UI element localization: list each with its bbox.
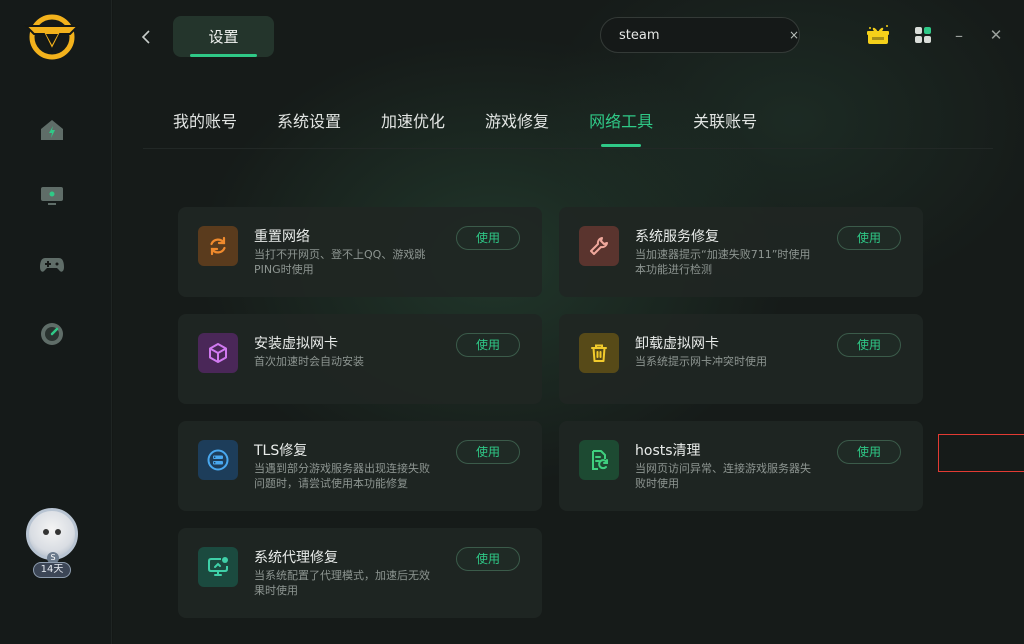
tool-description: 当网页访问异常、连接游戏服务器失败时使用: [635, 462, 811, 490]
tool-card-system-service-repair: 系统服务修复 当加速器提示“加速失败711”时使用本功能进行检测 使用: [559, 207, 923, 297]
tool-card-tls-repair: TLS修复 当遇到部分游戏服务器出现连接失败问题时，请尝试使用本功能修复 使用: [178, 421, 542, 511]
home-icon[interactable]: [38, 116, 66, 144]
tool-card-reset-network: 重置网络 当打不开网页、登不上QQ、游戏跳PING时使用 使用: [178, 207, 542, 297]
tool-card-uninstall-virtual-nic: 卸载虚拟网卡 当系统提示网卡冲突时使用 使用: [559, 314, 923, 404]
tool-title: hosts清理: [635, 443, 701, 459]
tab-system-settings[interactable]: 系统设置: [277, 108, 341, 148]
monitor-icon[interactable]: [38, 182, 66, 210]
tool-card-install-virtual-nic: 安装虚拟网卡 首次加速时会自动安装 使用: [178, 314, 542, 404]
back-button[interactable]: [137, 24, 155, 50]
wrench-icon: [579, 226, 619, 266]
tabs-divider: [143, 148, 993, 149]
tab-acceleration[interactable]: 加速优化: [381, 108, 445, 148]
trash-icon: [579, 333, 619, 373]
settings-tabs: 我的账号 系统设置 加速优化 游戏修复 网络工具 关联账号: [173, 108, 797, 148]
tool-title: 系统服务修复: [635, 229, 719, 245]
sidebar: S 14天: [0, 0, 112, 644]
refresh-icon: [198, 226, 238, 266]
page-title-tab[interactable]: 设置: [173, 16, 274, 57]
close-button[interactable]: ✕: [984, 22, 1008, 48]
tab-game-repair[interactable]: 游戏修复: [485, 108, 549, 148]
tool-title: 重置网络: [254, 229, 310, 245]
tool-title: 卸载虚拟网卡: [635, 336, 719, 352]
tool-title: TLS修复: [254, 443, 308, 459]
gamepad-icon[interactable]: [38, 251, 66, 279]
server-icon: [198, 440, 238, 480]
tab-linked-accounts[interactable]: 关联账号: [693, 108, 757, 148]
tool-title: 安装虚拟网卡: [254, 336, 338, 352]
highlight-box: [938, 434, 1024, 472]
tool-title: 系统代理修复: [254, 550, 338, 566]
search-input[interactable]: [619, 27, 789, 43]
user-avatar[interactable]: S 14天: [22, 508, 82, 580]
title-underline: [190, 54, 257, 57]
apps-grid-icon: [915, 27, 931, 43]
use-button[interactable]: 使用: [456, 440, 520, 464]
use-button[interactable]: 使用: [837, 440, 901, 464]
tool-description: 当系统配置了代理模式，加速后无效果时使用: [254, 569, 430, 597]
gift-box-icon: [867, 25, 889, 44]
chevron-left-icon: [141, 30, 150, 44]
file-sync-icon: [579, 440, 619, 480]
tool-description: 当打不开网页、登不上QQ、游戏跳PING时使用: [254, 248, 426, 276]
use-button[interactable]: 使用: [456, 547, 520, 571]
apps-button[interactable]: [911, 22, 935, 48]
minimize-button[interactable]: –: [947, 22, 971, 48]
use-button[interactable]: 使用: [837, 226, 901, 250]
cube-icon: [198, 333, 238, 373]
use-button[interactable]: 使用: [837, 333, 901, 357]
tool-card-system-proxy-repair: 系统代理修复 当系统配置了代理模式，加速后无效果时使用 使用: [178, 528, 542, 618]
tool-description: 当系统提示网卡冲突时使用: [635, 355, 767, 368]
tab-my-account[interactable]: 我的账号: [173, 108, 237, 148]
shield-v-logo-icon: [23, 12, 81, 62]
speedometer-icon[interactable]: [38, 320, 66, 348]
search-box[interactable]: ×: [600, 17, 800, 53]
tool-description: 当加速器提示“加速失败711”时使用本功能进行检测: [635, 248, 811, 276]
gift-button[interactable]: [863, 22, 893, 48]
use-button[interactable]: 使用: [456, 226, 520, 250]
tool-description: 首次加速时会自动安装: [254, 355, 364, 368]
tab-network-tools[interactable]: 网络工具: [589, 108, 653, 148]
page-title: 设置: [208, 28, 239, 46]
use-button[interactable]: 使用: [456, 333, 520, 357]
tool-card-hosts-cleanup: hosts清理 当网页访问异常、连接游戏服务器失败时使用 使用: [559, 421, 923, 511]
tool-description: 当遇到部分游戏服务器出现连接失败问题时，请尝试使用本功能修复: [254, 462, 430, 490]
vip-days-badge: 14天: [33, 562, 71, 578]
clear-search-button[interactable]: ×: [789, 28, 799, 42]
main-panel: 设置 × – ✕ 我的账号 系统设置 加速优化: [113, 0, 1024, 644]
monitor-plus-icon: [198, 547, 238, 587]
